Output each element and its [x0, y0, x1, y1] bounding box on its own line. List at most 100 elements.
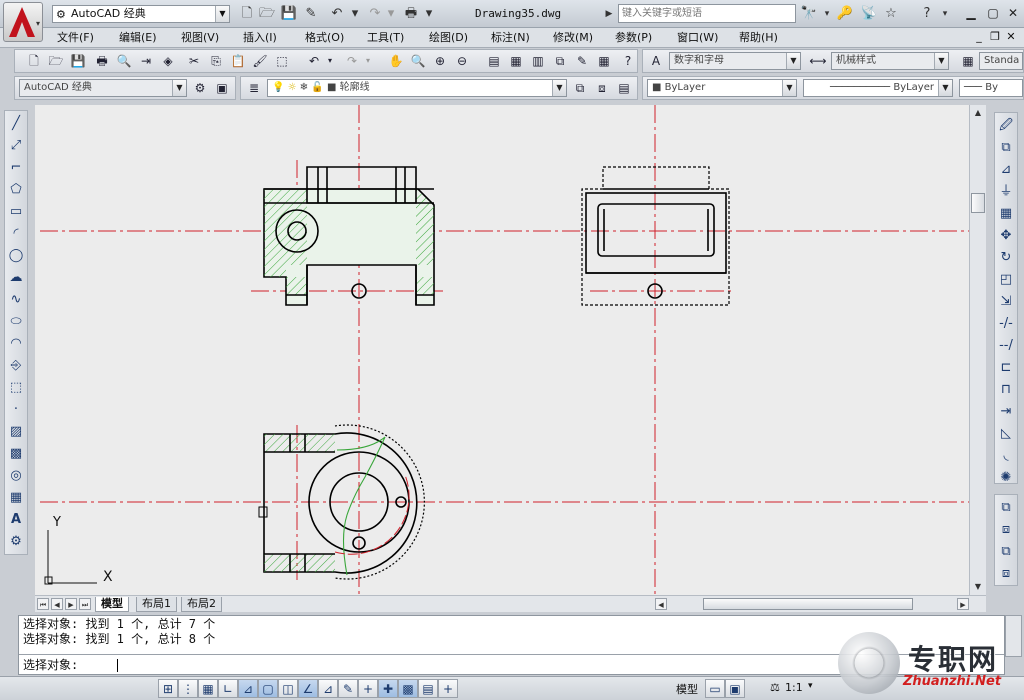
ellipse-arc-icon[interactable]: ◠	[7, 335, 25, 353]
table-icon[interactable]: ▦	[7, 489, 25, 507]
vertical-scrollbar[interactable]: ▲ ▼	[969, 105, 986, 595]
dim-style-icon[interactable]: ⟷	[809, 52, 827, 70]
break-at-point-icon[interactable]: ⊏	[997, 359, 1015, 377]
print-icon[interactable]: 🖶	[402, 5, 420, 23]
layer-manager-icon[interactable]: ≣	[245, 79, 263, 97]
menu-dimension[interactable]: 标注(N)	[491, 30, 530, 46]
copy-object-icon[interactable]: ⧉	[997, 139, 1015, 157]
join-icon[interactable]: ⇥	[997, 403, 1015, 421]
menu-window[interactable]: 窗口(W)	[677, 30, 718, 46]
tab-layout2[interactable]: 布局2	[181, 597, 222, 612]
gradient-icon[interactable]: ▩	[7, 445, 25, 463]
workspace-settings-gear-icon[interactable]: ⚙	[191, 79, 209, 97]
cut-icon[interactable]: ✂	[185, 52, 203, 70]
mirror-icon[interactable]: ⊿	[997, 161, 1015, 179]
move-icon[interactable]: ✥	[997, 227, 1015, 245]
match-properties-icon[interactable]: 🖌	[251, 52, 269, 70]
annotation-scale-icon[interactable]: ⚖	[770, 681, 780, 694]
design-center-icon[interactable]: ▦	[507, 52, 525, 70]
dynamic-input-icon[interactable]: ✎	[338, 679, 358, 698]
ellipse-icon[interactable]: ⬭	[7, 313, 25, 331]
doc-restore-icon[interactable]: ❐	[988, 30, 1002, 43]
menu-format[interactable]: 格式(O)	[305, 30, 344, 46]
3d-dwf-icon[interactable]: ◈	[159, 52, 177, 70]
subscription-key-icon[interactable]: 🔑	[836, 5, 854, 23]
chevron-down-icon[interactable]: ▾	[808, 681, 813, 691]
allow-ucs-icon[interactable]: ⊿	[318, 679, 338, 698]
bring-to-front-icon[interactable]: ⧉	[997, 499, 1015, 517]
menu-insert[interactable]: 插入(I)	[243, 30, 277, 46]
text-style-select[interactable]: 数字和字母 ▼	[669, 52, 801, 70]
scale-icon[interactable]: ◰	[997, 271, 1015, 289]
array-icon[interactable]: ▦	[997, 205, 1015, 223]
paste-icon[interactable]: 📋	[229, 52, 247, 70]
tab-prev-icon[interactable]: ◀	[51, 598, 63, 610]
break-icon[interactable]: ⊓	[997, 381, 1015, 399]
zoom-window-icon[interactable]: ⊕	[431, 52, 449, 70]
spline-icon[interactable]: ∿	[7, 291, 25, 309]
chevron-down-icon[interactable]: ▾	[818, 5, 836, 23]
rotate-icon[interactable]: ↻	[997, 249, 1015, 267]
pan-hand-icon[interactable]: ✋	[387, 52, 405, 70]
sheet-set-icon[interactable]: ⧉	[551, 52, 569, 70]
tab-layout1[interactable]: 布局1	[136, 597, 177, 612]
menu-view[interactable]: 视图(V)	[181, 30, 219, 46]
snap-mode-icon[interactable]: ⋮	[178, 679, 198, 698]
object-snap-icon[interactable]: ▢	[258, 679, 278, 698]
publish-icon[interactable]: ⇥	[137, 52, 155, 70]
color-select[interactable]: ■ ByLayer ▼	[647, 79, 797, 97]
help-search-input[interactable]: 键入关键字或短语	[618, 4, 796, 23]
table-style-select[interactable]: Standa	[979, 52, 1023, 70]
menu-edit[interactable]: 编辑(E)	[119, 30, 157, 46]
favorites-star-icon[interactable]: ☆	[882, 5, 900, 23]
lineweight-select[interactable]: ─── By	[959, 79, 1023, 97]
region-icon[interactable]: ◎	[7, 467, 25, 485]
horizontal-scroll-thumb[interactable]	[703, 598, 913, 610]
hscroll-right-icon[interactable]: ▶	[957, 598, 969, 610]
make-block-icon[interactable]: ⬚	[7, 379, 25, 397]
copy-icon[interactable]: ⎘	[207, 52, 225, 70]
menu-modify[interactable]: 修改(M)	[553, 30, 593, 46]
save-workspace-icon[interactable]: ▣	[213, 79, 231, 97]
point-icon[interactable]: ·	[7, 401, 25, 419]
customize-dropdown-icon[interactable]: ▾	[420, 5, 438, 23]
trim-icon[interactable]: -/-	[997, 315, 1015, 333]
tab-last-icon[interactable]: ⏭	[79, 598, 91, 610]
menu-tools[interactable]: 工具(T)	[367, 30, 404, 46]
table-style-icon[interactable]: ▦	[959, 52, 977, 70]
save-icon[interactable]: 💾	[280, 5, 298, 23]
make-object-layer-current-icon[interactable]: ⧉	[571, 79, 589, 97]
scroll-up-icon[interactable]: ▲	[971, 106, 985, 120]
layer-previous-icon[interactable]: ⧈	[593, 79, 611, 97]
undo-dropdown-icon[interactable]: ▾	[321, 52, 339, 70]
erase-icon[interactable]: 🖉	[997, 117, 1015, 135]
lineweight-display-icon[interactable]: +	[358, 679, 378, 698]
drawing-canvas[interactable]: Y X	[35, 105, 969, 595]
3d-object-snap-icon[interactable]: ◫	[278, 679, 298, 698]
close-icon[interactable]: ✕	[1002, 4, 1024, 22]
transparency-icon[interactable]: ✚	[378, 679, 398, 698]
revision-cloud-icon[interactable]: ☁	[7, 269, 25, 287]
block-editor-icon[interactable]: ⬚	[273, 52, 291, 70]
ortho-mode-icon[interactable]: ∟	[218, 679, 238, 698]
save-icon[interactable]: 💾	[69, 52, 87, 70]
help-icon[interactable]: ?	[918, 5, 936, 23]
infer-constraints-icon[interactable]: ⊞	[158, 679, 178, 698]
extend-icon[interactable]: --/	[997, 337, 1015, 355]
vertical-scroll-thumb[interactable]	[971, 193, 985, 213]
hatch-icon[interactable]: ▨	[7, 423, 25, 441]
fillet-icon[interactable]: ◟	[997, 447, 1015, 465]
text-style-icon[interactable]: A	[647, 52, 665, 70]
minimize-icon[interactable]: ▁	[960, 4, 982, 22]
linetype-select[interactable]: ────────── ByLayer ▼	[803, 79, 953, 97]
maximize-icon[interactable]: ▢	[982, 4, 1004, 22]
line-icon[interactable]: ╱	[7, 115, 25, 133]
calculator-icon[interactable]: ▦	[595, 52, 613, 70]
help-icon[interactable]: ?	[619, 52, 637, 70]
polyline-icon[interactable]: ⌐	[7, 159, 25, 177]
properties-icon[interactable]: ▤	[485, 52, 503, 70]
redo-dropdown-icon[interactable]: ▾	[382, 5, 400, 23]
annotation-scale-value[interactable]: 1:1	[785, 681, 803, 694]
binoculars-icon[interactable]: 🔭	[800, 5, 818, 23]
menu-help[interactable]: 帮助(H)	[739, 30, 778, 46]
